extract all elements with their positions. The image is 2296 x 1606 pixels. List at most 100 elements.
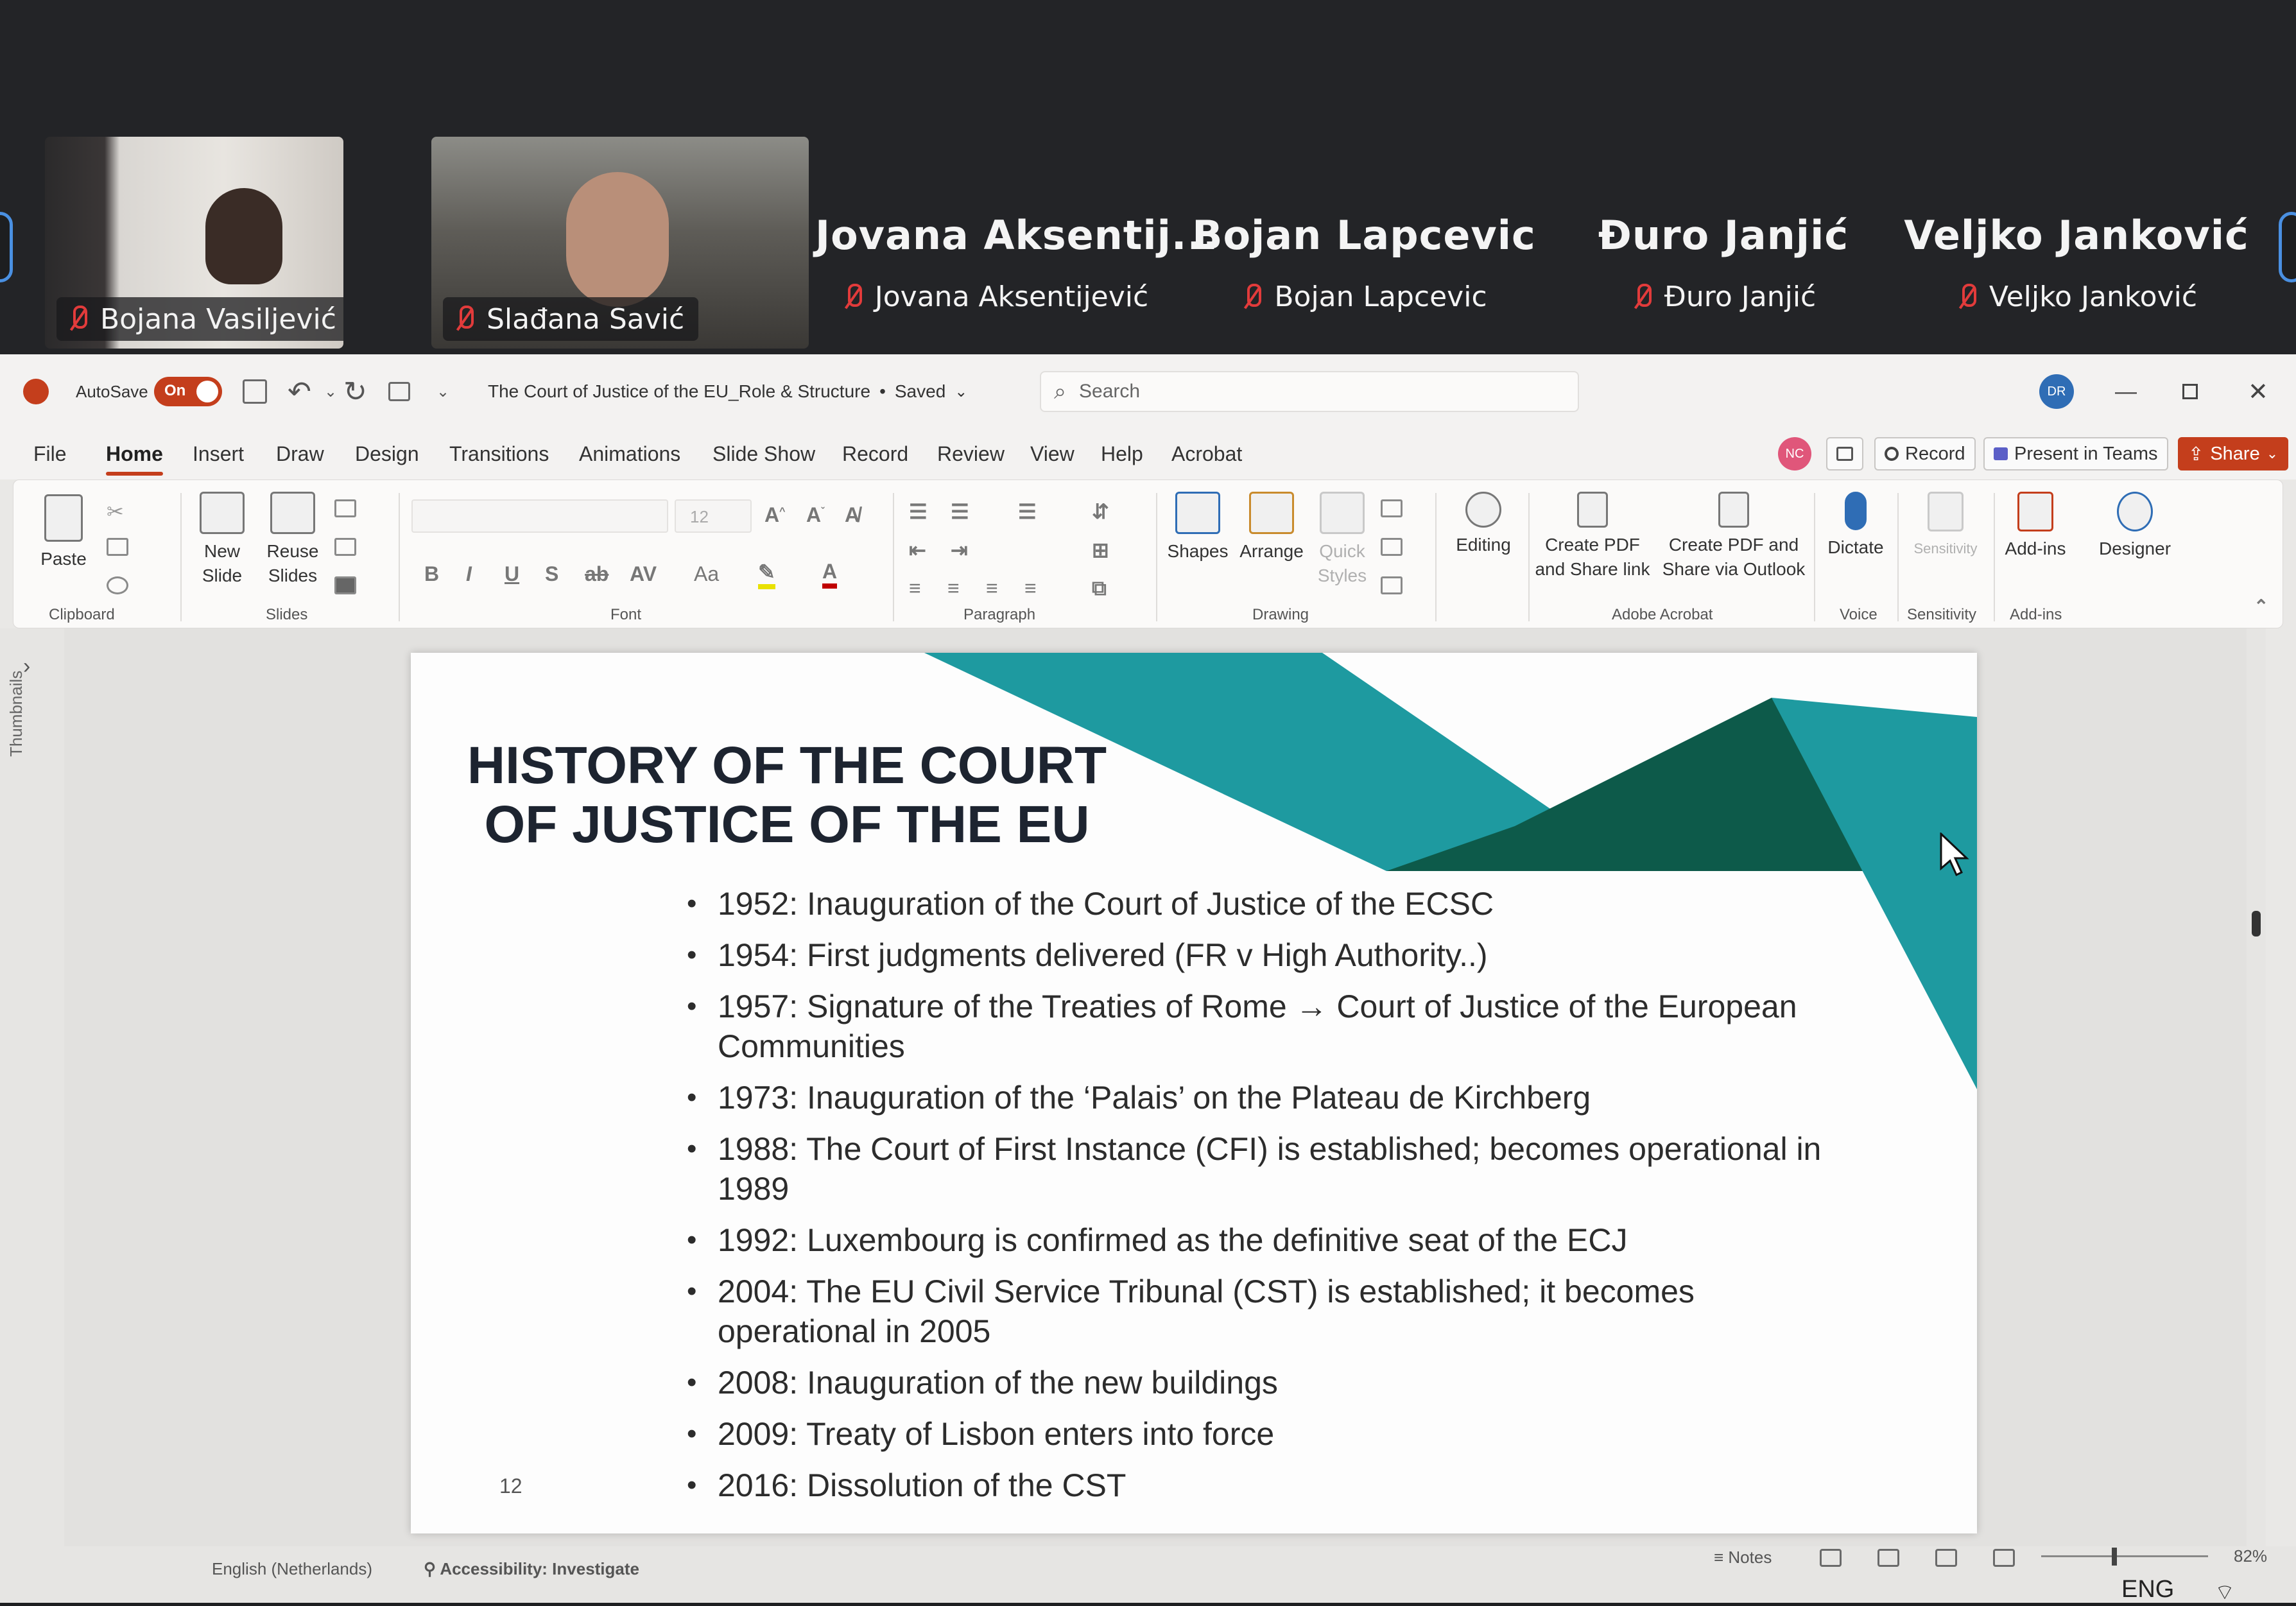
tab-review[interactable]: Review — [937, 428, 1005, 479]
character-spacing-icon[interactable]: AV — [630, 562, 657, 586]
slide-title[interactable]: HISTORY OF THE COURT OF JUSTICE OF THE E… — [466, 736, 1108, 854]
cut-icon[interactable]: ✂ — [107, 499, 128, 523]
collapse-ribbon-icon[interactable]: ⌃ — [2254, 596, 2268, 617]
participant-tile-jovana[interactable]: Jovana Aksentij... Jovana Aksentijević — [815, 212, 1218, 347]
tab-animations[interactable]: Animations — [579, 428, 680, 479]
wifi-icon[interactable]: ⌔ — [2214, 1578, 2235, 1606]
tab-home[interactable]: Home — [106, 428, 163, 479]
quick-styles-button[interactable]: Quick Styles — [1310, 492, 1374, 588]
align-right-icon[interactable]: ≡ — [986, 576, 998, 600]
increase-font-icon[interactable]: A^ — [764, 503, 785, 527]
font-family-select[interactable] — [411, 499, 668, 533]
underline-icon[interactable]: U — [505, 562, 519, 586]
highlight-icon[interactable]: ✎ — [758, 560, 775, 589]
tab-file[interactable]: File — [33, 428, 67, 479]
change-case-icon[interactable]: Aa — [694, 562, 719, 586]
scrollbar-thumb[interactable] — [2252, 911, 2261, 937]
justify-icon[interactable]: ≡ — [1024, 576, 1037, 600]
increase-indent-icon[interactable]: ⇥ — [951, 538, 968, 562]
slideshow-view-icon[interactable] — [1993, 1549, 2015, 1571]
dictate-button[interactable]: Dictate — [1820, 492, 1891, 560]
participant-tile-djuro[interactable]: Đuro Janjić Đuro Janjić — [1544, 212, 1903, 347]
shapes-button[interactable]: Shapes — [1162, 492, 1233, 564]
customize-toolbar-icon[interactable]: ⌄ — [436, 374, 449, 410]
slide-editor[interactable]: HISTORY OF THE COURT OF JUSTICE OF THE E… — [64, 628, 2266, 1546]
align-left-icon[interactable]: ≡ — [909, 576, 921, 600]
tab-transitions[interactable]: Transitions — [449, 428, 549, 479]
thumbnails-panel[interactable]: › Thumbnails — [0, 628, 64, 1546]
designer-button[interactable]: Designer — [2093, 492, 2177, 561]
slide-sorter-icon[interactable] — [1877, 1549, 1899, 1571]
accessibility-status[interactable]: ⚲ Accessibility: Investigate — [424, 1559, 639, 1579]
font-size-select[interactable]: 12 — [675, 499, 752, 533]
shape-fill-icon[interactable] — [1381, 499, 1403, 517]
create-pdf-share-link-button[interactable]: Create PDF and Share link — [1528, 492, 1657, 582]
undo-dropdown-icon[interactable]: ⌄ — [324, 374, 337, 410]
section-icon[interactable] — [334, 576, 356, 594]
shadow-icon[interactable]: S — [545, 562, 558, 586]
tab-help[interactable]: Help — [1101, 428, 1143, 479]
clear-formatting-icon[interactable]: A̸ — [845, 503, 859, 527]
line-spacing-icon[interactable]: ☰ — [1018, 499, 1037, 524]
shape-outline-icon[interactable] — [1381, 538, 1403, 556]
tab-slide-show[interactable]: Slide Show — [712, 428, 815, 479]
text-direction-icon[interactable]: ⇵ — [1092, 499, 1109, 524]
scroll-left-button[interactable] — [0, 212, 13, 282]
convert-smartart-icon[interactable]: ⧉ — [1092, 576, 1107, 601]
zoom-level[interactable]: 82% — [2234, 1546, 2267, 1566]
account-avatar[interactable]: DR — [2039, 374, 2074, 410]
participant-tile-bojan[interactable]: Bojan Lapcevic Bojan Lapcevic — [1184, 212, 1544, 347]
reuse-slides-button[interactable]: Reuse Slides — [261, 492, 325, 588]
addins-button[interactable]: Add-ins — [2000, 492, 2071, 561]
tab-view[interactable]: View — [1030, 428, 1075, 479]
vertical-scrollbar[interactable] — [2247, 628, 2266, 1546]
copy-icon[interactable] — [107, 538, 128, 556]
create-pdf-outlook-button[interactable]: Create PDF and Share via Outlook — [1660, 492, 1808, 582]
zoom-slider[interactable] — [2041, 1546, 2208, 1566]
record-button[interactable]: Record — [1874, 437, 1976, 471]
search-box[interactable]: ⌕ Search — [1040, 371, 1579, 412]
video-tile-bojana[interactable]: Bojana Vasiljević — [45, 137, 343, 349]
new-slide-button[interactable]: New Slide — [193, 492, 251, 588]
numbering-icon[interactable]: ☰ — [951, 499, 969, 524]
start-slideshow-icon[interactable] — [388, 374, 410, 410]
sensitivity-button[interactable]: Sensitivity — [1904, 492, 1987, 561]
minimize-icon[interactable]: — — [2115, 374, 2137, 410]
format-painter-icon[interactable] — [107, 576, 128, 594]
restore-icon[interactable] — [2182, 374, 2198, 410]
reading-view-icon[interactable] — [1935, 1549, 1957, 1571]
paste-button[interactable]: Paste — [38, 494, 89, 571]
save-icon[interactable] — [243, 374, 267, 410]
editing-button[interactable]: Editing — [1448, 492, 1519, 557]
shape-effects-icon[interactable] — [1381, 576, 1403, 594]
input-language-indicator[interactable]: ENG — [2121, 1576, 2174, 1603]
italic-icon[interactable]: I — [466, 562, 472, 586]
normal-view-icon[interactable] — [1820, 1549, 1842, 1571]
close-icon[interactable]: ✕ — [2248, 374, 2268, 410]
decrease-font-icon[interactable]: Aˇ — [806, 503, 824, 527]
reset-icon[interactable] — [334, 538, 356, 556]
autosave-toggle[interactable]: On — [154, 374, 222, 410]
align-text-icon[interactable]: ⊞ — [1092, 538, 1109, 562]
redo-icon[interactable]: ↻ — [343, 374, 367, 410]
video-tile-sladjana[interactable]: Slađana Savić — [431, 137, 809, 349]
align-center-icon[interactable]: ≡ — [947, 576, 960, 600]
tab-insert[interactable]: Insert — [193, 428, 244, 479]
participant-tile-veljko[interactable]: Veljko Janković Veljko Janković — [1897, 212, 2256, 347]
notes-button[interactable]: ≡ Notes — [1714, 1548, 1772, 1567]
scroll-right-button[interactable] — [2279, 212, 2296, 282]
bold-icon[interactable]: B — [424, 562, 439, 586]
present-in-teams-button[interactable]: Present in Teams — [1983, 437, 2168, 471]
layout-icon[interactable] — [334, 499, 356, 517]
tab-draw[interactable]: Draw — [276, 428, 324, 479]
slide-canvas[interactable]: HISTORY OF THE COURT OF JUSTICE OF THE E… — [411, 653, 1977, 1533]
document-title[interactable]: The Court of Justice of the EU_Role & St… — [488, 374, 967, 410]
undo-icon[interactable]: ↶ — [288, 374, 311, 410]
strikethrough-icon[interactable]: ab — [585, 562, 609, 586]
arrange-button[interactable]: Arrange — [1236, 492, 1307, 564]
bullet-list[interactable]: 1952: Inauguration of the Court of Justi… — [687, 884, 1842, 1517]
decrease-indent-icon[interactable]: ⇤ — [909, 538, 926, 562]
tab-record[interactable]: Record — [842, 428, 908, 479]
font-color-icon[interactable]: A — [822, 560, 838, 589]
language-status[interactable]: English (Netherlands) — [212, 1559, 372, 1579]
